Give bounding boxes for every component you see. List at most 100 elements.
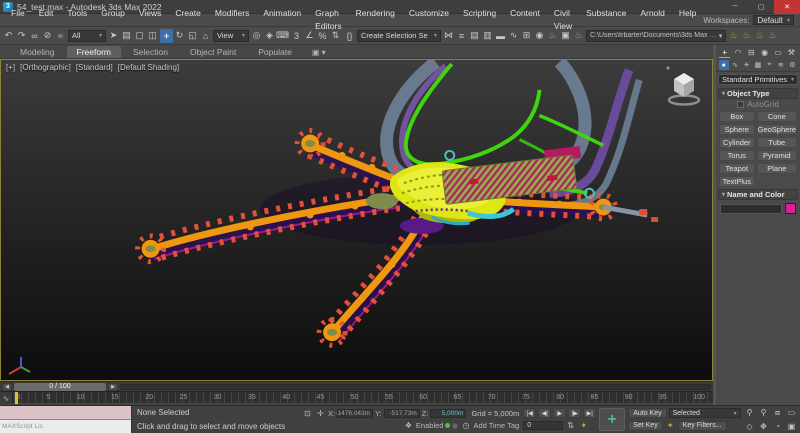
time-slider-handle[interactable]: 0 / 100 <box>14 382 106 391</box>
zoom-all-icon[interactable]: ⚲ <box>757 407 770 418</box>
tab-selection[interactable]: Selection <box>123 46 178 58</box>
go-to-start-button[interactable]: |◀ <box>523 408 537 419</box>
current-frame-field[interactable]: 0 <box>523 421 564 431</box>
autogrid-checkbox[interactable] <box>737 101 745 108</box>
track-bar[interactable]: ∿ 05101520253035404550556065707580859095… <box>0 391 713 404</box>
align-icon[interactable]: ≡ <box>455 29 468 43</box>
unlink-selection-icon[interactable]: ⊘ <box>41 29 54 43</box>
set-keys-button[interactable]: + <box>599 408 626 431</box>
zoom-region-icon[interactable]: ▭ <box>785 407 798 418</box>
key-filters-button[interactable]: Key Filters... <box>677 420 727 431</box>
primitive-button[interactable]: Sphere <box>719 124 755 135</box>
adaptive-degradation-icon[interactable] <box>452 422 459 429</box>
viewport-pov-label[interactable]: [Orthographic] <box>20 63 71 72</box>
helpers-category[interactable]: ⌖ <box>764 60 774 70</box>
primitive-button[interactable]: Pyramid <box>756 150 797 161</box>
primitives-dropdown[interactable]: Standard Primitives ▾ <box>718 74 798 85</box>
spacewarps-category[interactable]: ≋ <box>776 60 786 70</box>
use-pivot-center-icon[interactable]: ◎ <box>250 29 263 43</box>
select-and-place-icon[interactable]: ⌂ <box>199 29 212 43</box>
maximize-viewport-icon[interactable]: ▣ <box>785 421 798 432</box>
named-selection-sets-icon[interactable]: {} <box>343 29 356 43</box>
time-tag-clock-icon[interactable]: ◷ <box>460 421 471 430</box>
modify-tab[interactable]: ◠ <box>732 47 743 58</box>
rendered-frame-icon[interactable]: ▣ <box>559 29 572 43</box>
viewport-shading-label[interactable]: [Default Shading] <box>118 63 179 72</box>
cameras-category[interactable]: ▦ <box>753 60 763 70</box>
select-and-move-icon[interactable]: + <box>160 28 173 43</box>
absolute-mode-icon[interactable]: ✛ <box>315 409 326 418</box>
systems-category[interactable]: ⚙ <box>787 60 797 70</box>
primitive-button[interactable]: Tube <box>756 137 797 148</box>
name-color-rollout-header[interactable]: ▾ Name and Color <box>718 189 798 200</box>
next-frame-button[interactable]: |▶ <box>568 408 582 419</box>
play-button[interactable]: ▶ <box>553 408 567 419</box>
current-frame-caret[interactable] <box>15 392 18 404</box>
render-teapot-3-icon[interactable]: ♨ <box>753 29 766 43</box>
select-object-icon[interactable]: ➤ <box>107 29 120 43</box>
selection-filter-select[interactable]: All ▾ <box>68 29 106 42</box>
tab-populate[interactable]: Populate <box>248 46 302 58</box>
y-coordinate-field[interactable]: -517.73m <box>383 408 420 418</box>
fov-icon[interactable]: ◇ <box>743 421 756 432</box>
zoom-icon[interactable]: ⚲ <box>743 407 756 418</box>
viewport[interactable]: [+] [Orthographic] [Standard] [Default S… <box>0 59 713 381</box>
utilities-tab[interactable]: ⚒ <box>786 47 797 58</box>
object-color-swatch[interactable] <box>785 203 796 214</box>
shapes-category[interactable]: ∿ <box>730 60 740 70</box>
mini-curve-editor-button[interactable]: ∿ <box>0 392 13 404</box>
mirror-icon[interactable]: ⋈ <box>442 29 455 43</box>
orbit-icon[interactable]: ◔ <box>771 421 784 432</box>
select-by-name-icon[interactable]: ▤ <box>120 29 133 43</box>
add-time-tag-label[interactable]: Add Time Tag <box>473 421 519 430</box>
primitive-button[interactable]: Torus <box>719 150 755 161</box>
x-coordinate-field[interactable]: -1476.043m <box>335 408 374 418</box>
schematic-view-icon[interactable]: ⊞ <box>520 29 533 43</box>
viewport-general-menu[interactable]: [+] <box>6 63 15 72</box>
spinner-snap-icon[interactable]: ⇅ <box>329 29 342 43</box>
motion-tab[interactable]: ◉ <box>759 47 770 58</box>
primitive-button[interactable]: Cylinder <box>719 137 755 148</box>
window-crossing-icon[interactable]: ◫ <box>146 29 159 43</box>
coord-system-select[interactable]: View ▾ <box>213 29 249 42</box>
hierarchy-tab[interactable]: ⊟ <box>746 47 757 58</box>
ribbon-toggle-icon[interactable]: ▬ <box>494 29 507 43</box>
select-and-link-icon[interactable]: ∞ <box>28 29 41 43</box>
go-to-end-button[interactable]: ▶| <box>583 408 597 419</box>
tab-freeform[interactable]: Freeform <box>66 46 121 58</box>
key-selection-set-dropdown[interactable]: Selected ▾ <box>668 408 741 419</box>
key-mode-toggle-icon[interactable]: ✦ <box>578 421 589 430</box>
primitive-button[interactable]: TextPlus <box>719 176 755 187</box>
bind-to-space-warp-icon[interactable]: ≈ <box>54 29 67 43</box>
geometry-category[interactable]: ● <box>718 60 729 70</box>
render-teapot-4-icon[interactable]: ♨ <box>766 29 779 43</box>
z-coordinate-field[interactable]: 5,000m <box>430 408 467 418</box>
layer-explorer-icon[interactable]: ▥ <box>481 29 494 43</box>
time-slider-track[interactable] <box>120 383 711 390</box>
tab-object-paint[interactable]: Object Paint <box>180 46 246 58</box>
percent-snap-icon[interactable]: % <box>316 29 329 43</box>
select-and-scale-icon[interactable]: ◱ <box>186 29 199 43</box>
object-name-field[interactable] <box>720 203 782 214</box>
minimize-button[interactable]: ─ <box>722 0 748 14</box>
render-teapot-1-icon[interactable]: ♨ <box>727 29 740 43</box>
redo-icon[interactable]: ↷ <box>15 29 28 43</box>
restore-button[interactable]: ▢ <box>748 0 774 14</box>
primitive-button[interactable]: Cone <box>756 111 797 122</box>
scene-explorer-icon[interactable]: ▤ <box>468 29 481 43</box>
view-cube[interactable] <box>662 64 706 110</box>
zoom-extents-icon[interactable]: ⧈ <box>771 407 784 418</box>
frame-spinner-icon[interactable]: ⇅ <box>565 421 576 430</box>
primitive-button[interactable]: Teapot <box>719 163 755 174</box>
primitive-button[interactable]: Plane <box>756 163 797 174</box>
render-teapot-2-icon[interactable]: ♨ <box>740 29 753 43</box>
primitive-button[interactable]: GeoSphere <box>756 124 797 135</box>
viewport-style-label[interactable]: [Standard] <box>76 63 113 72</box>
curve-editor-icon[interactable]: ∿ <box>507 29 520 43</box>
ribbon-config-button[interactable]: ▣ ▾ <box>312 48 326 58</box>
primitive-button[interactable]: Box <box>719 111 755 122</box>
display-tab[interactable]: ▭ <box>772 47 783 58</box>
welcome-screen-icon[interactable]: ❖ <box>403 421 414 430</box>
select-and-manipulate-icon[interactable]: ◈ <box>263 29 276 43</box>
named-selection-sets-select[interactable]: Create Selection Se ▾ <box>357 29 441 42</box>
